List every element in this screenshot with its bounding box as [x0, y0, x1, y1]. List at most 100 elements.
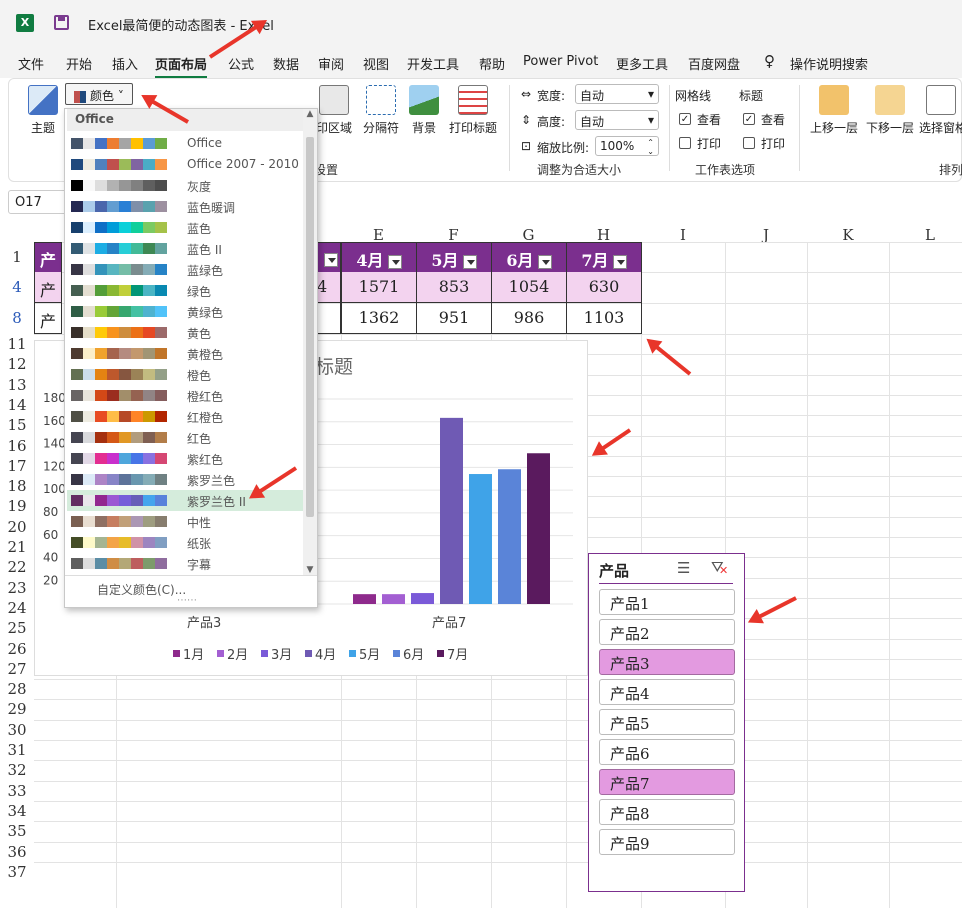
- row-header[interactable]: 16: [0, 437, 34, 455]
- table-header-cell[interactable]: 6月: [491, 242, 567, 273]
- row-header[interactable]: 37: [0, 863, 34, 881]
- tab-insert[interactable]: 插入: [112, 54, 138, 73]
- colors-button[interactable]: 颜色 ˅: [65, 83, 133, 105]
- row-header[interactable]: 4: [0, 278, 34, 296]
- row-header[interactable]: 36: [0, 843, 34, 861]
- table-cell[interactable]: 1362: [341, 303, 417, 334]
- print-area-button[interactable]: 印区域: [312, 85, 356, 136]
- table-cell[interactable]: 853: [416, 272, 492, 303]
- dropdown-scrollbar[interactable]: ▲ ▼: [303, 109, 317, 575]
- clear-filter-icon[interactable]: ⛛ ✕: [711, 558, 728, 577]
- color-scheme-item[interactable]: Office: [67, 133, 303, 154]
- row-header[interactable]: 34: [0, 802, 34, 820]
- selection-pane-button[interactable]: 选择窗格: [919, 85, 962, 136]
- filter-dropdown-icon[interactable]: [323, 252, 338, 267]
- multi-select-icon[interactable]: ☰: [677, 559, 690, 577]
- filter-dropdown-icon[interactable]: [462, 254, 477, 269]
- row-header[interactable]: 29: [0, 700, 34, 718]
- table-header-cell[interactable]: 7月: [566, 242, 642, 273]
- table-header-cell[interactable]: 4月: [341, 242, 417, 273]
- row-header[interactable]: 28: [0, 680, 34, 698]
- color-scheme-item[interactable]: 蓝色 II: [67, 238, 303, 259]
- color-scheme-item[interactable]: 灰度: [67, 175, 303, 196]
- table-cell[interactable]: [316, 303, 341, 334]
- row-header[interactable]: 11: [0, 335, 34, 353]
- row-header[interactable]: 14: [0, 396, 34, 414]
- width-select[interactable]: 自动 ▾: [575, 84, 659, 104]
- color-scheme-item[interactable]: 黄绿色: [67, 301, 303, 322]
- filter-dropdown-icon[interactable]: [612, 254, 627, 269]
- color-scheme-item[interactable]: 黄色: [67, 322, 303, 343]
- table-cell[interactable]: 986: [491, 303, 567, 334]
- slicer-item[interactable]: 产品9: [599, 829, 735, 855]
- color-scheme-item[interactable]: Office 2007 - 2010: [67, 154, 303, 175]
- row-header[interactable]: 30: [0, 721, 34, 739]
- color-scheme-item[interactable]: 红色: [67, 427, 303, 448]
- row-header[interactable]: 17: [0, 457, 34, 475]
- filter-dropdown-icon[interactable]: [537, 254, 552, 269]
- row-header[interactable]: 8: [0, 309, 34, 327]
- slicer-item[interactable]: 产品7: [599, 769, 735, 795]
- row-header[interactable]: 19: [0, 497, 34, 515]
- color-scheme-item[interactable]: 橙红色: [67, 385, 303, 406]
- tab-formulas[interactable]: 公式: [228, 54, 254, 73]
- tab-more-tools[interactable]: 更多工具: [616, 54, 668, 73]
- send-backward-button[interactable]: 下移一层: [865, 85, 915, 136]
- table-header-cell[interactable]: 5月: [416, 242, 492, 273]
- custom-colors-item[interactable]: 自定义颜色(C)...: [97, 581, 186, 598]
- color-scheme-item[interactable]: 蓝绿色: [67, 259, 303, 280]
- row-header[interactable]: 26: [0, 640, 34, 658]
- slicer-item[interactable]: 产品2: [599, 619, 735, 645]
- height-select[interactable]: 自动 ▾: [575, 110, 659, 130]
- row-header[interactable]: 32: [0, 761, 34, 779]
- product-slicer[interactable]: 产品 ☰ ⛛ ✕ 产品1 产品2 产品3 产品4 产品5 产品6 产品7 产品8 产品9: [588, 553, 745, 892]
- color-scheme-item[interactable]: 蓝色暖调: [67, 196, 303, 217]
- bring-forward-button[interactable]: 上移一层: [809, 85, 859, 136]
- table-cell[interactable]: 1571: [341, 272, 417, 303]
- tab-baidu-netdisk[interactable]: 百度网盘: [688, 54, 740, 73]
- slicer-item[interactable]: 产品3: [599, 649, 735, 675]
- table-cell[interactable]: 1054: [491, 272, 567, 303]
- row-header[interactable]: 24: [0, 599, 34, 617]
- color-scheme-item[interactable]: 橙色: [67, 364, 303, 385]
- row-header[interactable]: 13: [0, 376, 34, 394]
- table-header-cell[interactable]: 产: [34, 242, 62, 273]
- tab-page-layout[interactable]: 页面布局: [155, 54, 208, 79]
- color-scheme-item[interactable]: 紫罗兰色 II: [67, 490, 303, 511]
- table-cell[interactable]: 951: [416, 303, 492, 334]
- table-cell[interactable]: 产: [34, 303, 62, 334]
- table-cell[interactable]: 1103: [566, 303, 642, 334]
- table-cell[interactable]: 630: [566, 272, 642, 303]
- filter-dropdown-icon[interactable]: [387, 254, 402, 269]
- gridlines-print-checkbox[interactable]: [679, 137, 691, 149]
- row-header[interactable]: 25: [0, 619, 34, 637]
- color-scheme-item[interactable]: 蓝色: [67, 217, 303, 238]
- row-header[interactable]: 27: [0, 660, 34, 678]
- tab-home[interactable]: 开始: [66, 54, 92, 73]
- colors-dropdown[interactable]: Office Office Office 2007 - 2010 灰度 蓝色暖调 蓝色蓝…: [64, 108, 318, 608]
- table-cell[interactable]: 4: [316, 272, 341, 303]
- color-scheme-item[interactable]: 字幕: [67, 553, 303, 574]
- row-header[interactable]: 23: [0, 579, 34, 597]
- scale-input[interactable]: 100% ⌃ ⌄: [595, 136, 659, 156]
- row-header[interactable]: 15: [0, 416, 34, 434]
- slicer-item[interactable]: 产品1: [599, 589, 735, 615]
- table-header-cell[interactable]: [316, 242, 341, 273]
- scrollbar-thumb[interactable]: [306, 137, 314, 517]
- row-header[interactable]: 31: [0, 741, 34, 759]
- slicer-item[interactable]: 产品8: [599, 799, 735, 825]
- resize-grip[interactable]: ⋯⋯: [177, 595, 197, 606]
- tab-help[interactable]: 帮助: [479, 54, 505, 73]
- tab-power-pivot[interactable]: Power Pivot: [523, 54, 598, 69]
- tab-developer[interactable]: 开发工具: [407, 54, 459, 73]
- tab-file[interactable]: 文件: [18, 54, 44, 73]
- save-icon[interactable]: [54, 15, 69, 30]
- headings-view-checkbox[interactable]: ✓: [743, 113, 755, 125]
- color-scheme-item[interactable]: 红橙色: [67, 406, 303, 427]
- tab-data[interactable]: 数据: [273, 54, 299, 73]
- slicer-item[interactable]: 产品5: [599, 709, 735, 735]
- row-header[interactable]: 21: [0, 538, 34, 556]
- breaks-button[interactable]: 分隔符: [359, 85, 403, 136]
- color-scheme-item[interactable]: 中性: [67, 511, 303, 532]
- row-header[interactable]: 18: [0, 477, 34, 495]
